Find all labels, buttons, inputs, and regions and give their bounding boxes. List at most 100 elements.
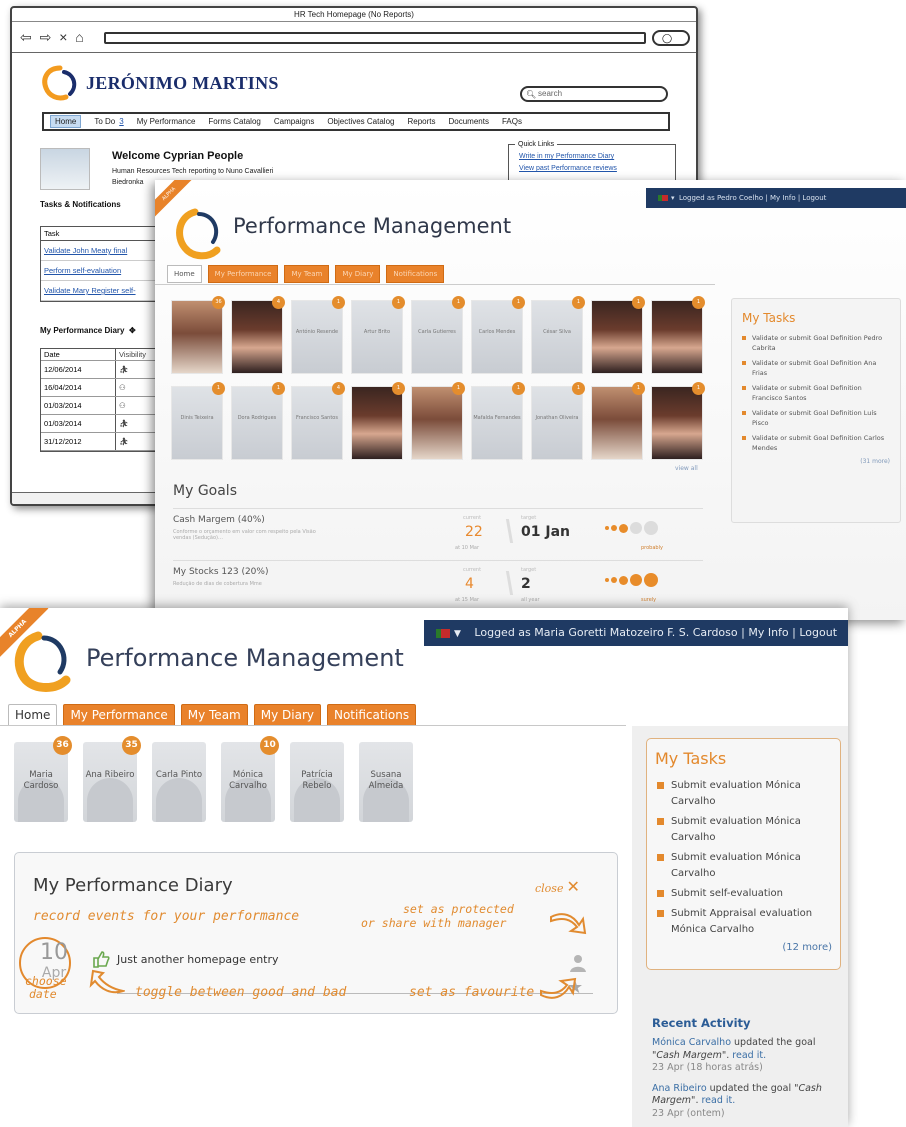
- close-button[interactable]: close ✕: [535, 877, 580, 896]
- browser-nav-icons[interactable]: ⇦ ⇨ × ⌂: [20, 29, 86, 46]
- tasks-heading: Tasks & Notifications: [40, 200, 121, 209]
- arrow-divider: [498, 571, 514, 595]
- team-member-card[interactable]: Mónica Carvalho 10: [221, 736, 279, 822]
- team-member-card[interactable]: Susana Almeida: [359, 742, 413, 822]
- team-member-card[interactable]: 1: [411, 382, 465, 460]
- team-member-card[interactable]: 1: [351, 382, 405, 460]
- team-member-card[interactable]: Patrícia Rebelo: [290, 742, 344, 822]
- menu-reports[interactable]: Reports: [407, 117, 435, 126]
- activity-item: Mónica Carvalho updated the goal "Cash M…: [652, 1037, 842, 1075]
- menu-forms-catalog[interactable]: Forms Catalog: [208, 117, 260, 126]
- team-member-card[interactable]: 1: [651, 296, 705, 374]
- tab-my-diary[interactable]: My Diary: [253, 704, 321, 726]
- notification-badge: 36: [53, 736, 72, 755]
- activity-user-link[interactable]: Ana Ribeiro: [652, 1083, 707, 1094]
- close-icon[interactable]: ✕: [566, 877, 579, 896]
- team-member-card[interactable]: Dinis Teixeira 1: [171, 382, 225, 460]
- goal-desc-line: vendas (Sedução)…: [173, 535, 224, 541]
- team-member-card[interactable]: 1: [591, 382, 645, 460]
- tab-my-diary[interactable]: My Diary: [335, 265, 381, 283]
- task-item[interactable]: Submit evaluation Mónica Carvalho: [655, 778, 832, 810]
- team-member-card[interactable]: 4: [231, 296, 285, 374]
- thumbs-up-icon[interactable]: [91, 949, 111, 969]
- team-member-card[interactable]: Carla Gutierres 1: [411, 296, 465, 374]
- quick-link-past-reviews[interactable]: View past Performance reviews: [519, 163, 665, 175]
- task-item[interactable]: Validate or submit Goal Definition Luís …: [742, 408, 890, 428]
- quick-link-write-diary[interactable]: Write in my Performance Diary: [519, 151, 665, 163]
- team-member-card[interactable]: Francisco Santos 4: [291, 382, 345, 460]
- task-item[interactable]: Validate or submit Goal Definition Carlo…: [742, 433, 890, 453]
- quick-links: Quick Links Write in my Performance Diar…: [508, 139, 676, 184]
- tab-my-team[interactable]: My Team: [284, 265, 330, 283]
- tab-home[interactable]: Home: [167, 265, 202, 283]
- team-member-card[interactable]: Carla Pinto: [152, 742, 206, 822]
- task-item[interactable]: Submit evaluation Mónica Carvalho: [655, 850, 832, 882]
- tab-bar: Home My Performance My Team My Diary Not…: [167, 265, 445, 283]
- curved-arrow-icon: [540, 977, 577, 999]
- address-bar[interactable]: [104, 32, 646, 44]
- add-entry-icon[interactable]: ✥: [127, 326, 136, 335]
- team-member-card[interactable]: Maria Cardoso 36: [14, 736, 72, 822]
- tab-notifications[interactable]: Notifications: [326, 704, 417, 726]
- tab-my-team[interactable]: My Team: [180, 704, 248, 726]
- team-member-card[interactable]: Mafalda Fernandes 1: [471, 382, 525, 460]
- team-member-card[interactable]: Artur Brito 1: [351, 296, 405, 374]
- diary-entry-text[interactable]: Just another homepage entry: [117, 953, 279, 966]
- more-tasks-link[interactable]: (12 more): [655, 942, 832, 953]
- more-tasks-link[interactable]: (31 more): [742, 458, 890, 465]
- goal-description: Conforme o orçamento em valor com respei…: [173, 529, 316, 541]
- team-member-card[interactable]: César Silva 1: [531, 296, 585, 374]
- target-label: target: [521, 567, 537, 573]
- view-all-link[interactable]: view all: [675, 465, 698, 472]
- task-item[interactable]: Validate or submit Goal Definition Pedro…: [742, 333, 890, 353]
- member-name: Carlos Mendes: [478, 329, 516, 335]
- read-it-link[interactable]: read it.: [732, 1050, 766, 1061]
- team-member-card[interactable]: 1: [591, 296, 645, 374]
- team-member-card[interactable]: Jonathan Oliveira 1: [531, 382, 585, 460]
- current-value: 22: [465, 524, 483, 540]
- menu-my-performance[interactable]: My Performance: [137, 117, 196, 126]
- my-tasks-panel: My Tasks Validate or submit Goal Definit…: [731, 298, 901, 523]
- task-item[interactable]: Submit self-evaluation: [655, 886, 832, 902]
- team-member-card[interactable]: Ana Ribeiro 35: [83, 736, 141, 822]
- tab-notifications[interactable]: Notifications: [386, 265, 445, 283]
- logged-as-text[interactable]: Logged as Maria Goretti Matozeiro F. S. …: [474, 626, 837, 639]
- menu-home[interactable]: Home: [50, 115, 82, 128]
- menu-faqs[interactable]: FAQs: [502, 117, 522, 126]
- diary-heading-label: My Performance Diary: [40, 326, 125, 335]
- tab-my-performance[interactable]: My Performance: [63, 704, 175, 726]
- user-share-icon[interactable]: [569, 953, 587, 973]
- team-member-card[interactable]: Carlos Mendes 1: [471, 296, 525, 374]
- member-name: Ana Ribeiro: [85, 770, 135, 780]
- member-name: Mónica Carvalho: [229, 770, 267, 791]
- todo-count[interactable]: 3: [119, 117, 123, 126]
- tab-home[interactable]: Home: [8, 704, 58, 726]
- read-it-link[interactable]: read it.: [701, 1095, 735, 1106]
- diary-date: 01/03/2014: [44, 419, 82, 428]
- goal-row[interactable]: My Stocks 123 (20%) Redução de dias de c…: [173, 560, 703, 610]
- task-item[interactable]: Submit Appraisal evaluation Mónica Carva…: [655, 906, 832, 938]
- notification-badge: 1: [272, 382, 285, 395]
- team-member-card[interactable]: António Resende 1: [291, 296, 345, 374]
- activity-user-link[interactable]: Mónica Carvalho: [652, 1037, 731, 1048]
- browser-search-icon[interactable]: ◯: [652, 30, 690, 46]
- menu-campaigns[interactable]: Campaigns: [274, 117, 314, 126]
- language-flag-icon[interactable]: [658, 195, 668, 201]
- task-item[interactable]: Validate or submit Goal Definition Ana F…: [742, 358, 890, 378]
- chevron-down-icon[interactable]: ▼: [454, 629, 461, 639]
- tab-my-performance[interactable]: My Performance: [207, 265, 279, 283]
- menu-objectives-catalog[interactable]: Objectives Catalog: [327, 117, 394, 126]
- logged-as-text[interactable]: Logged as Pedro Coelho | My Info | Logou…: [679, 194, 826, 202]
- search-input[interactable]: 🔍︎ search: [520, 86, 668, 102]
- current-date: at 15 Mar: [455, 597, 479, 603]
- menu-todo[interactable]: To Do 3: [94, 117, 123, 126]
- activity-text: updated the goal: [731, 1037, 816, 1048]
- task-item[interactable]: Submit evaluation Mónica Carvalho: [655, 814, 832, 846]
- team-member-card[interactable]: 1: [651, 382, 705, 460]
- task-item[interactable]: Validate or submit Goal Definition Franc…: [742, 383, 890, 403]
- team-member-card[interactable]: 36: [171, 296, 225, 374]
- goal-row[interactable]: Cash Margem (40%) Conforme o orçamento e…: [173, 508, 703, 558]
- language-flag-icon[interactable]: [436, 628, 450, 638]
- team-member-card[interactable]: Dora Rodrigues 1: [231, 382, 285, 460]
- menu-documents[interactable]: Documents: [449, 117, 489, 126]
